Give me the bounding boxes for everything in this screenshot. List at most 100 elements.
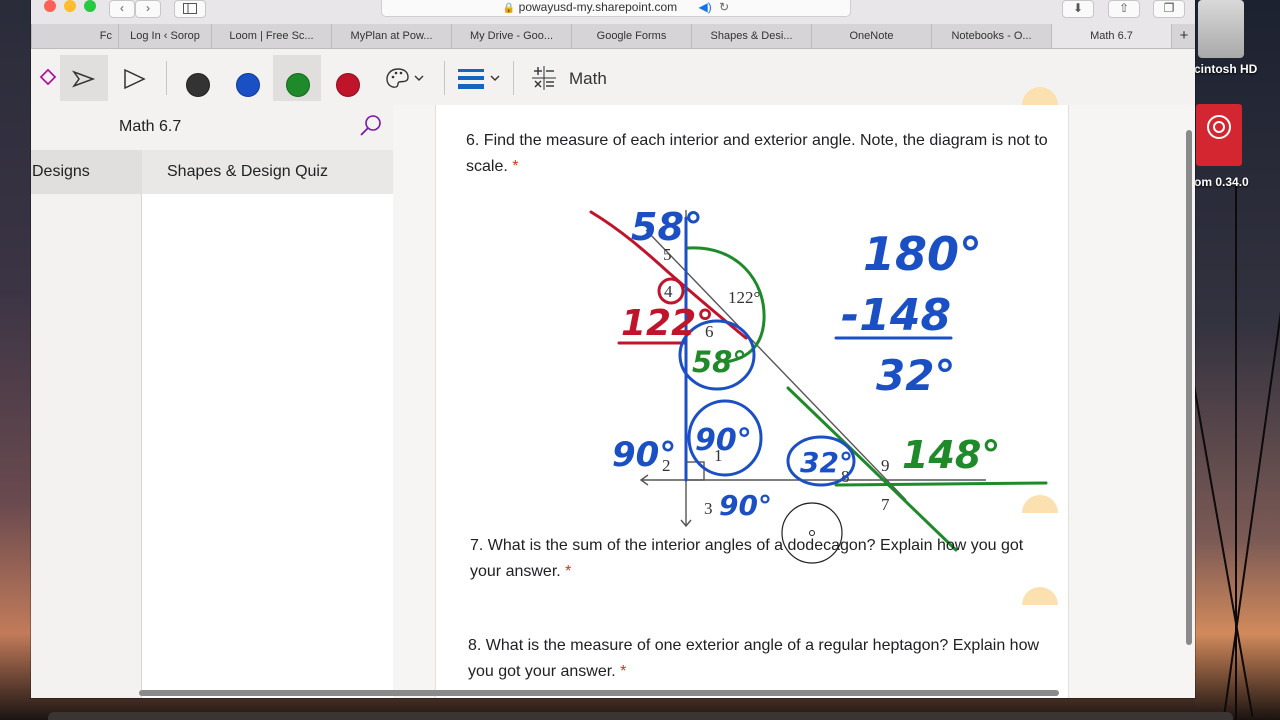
reload-icon[interactable]: ↻	[719, 0, 729, 14]
notebook-header: Math 6.7	[31, 105, 393, 150]
line-thickness-icon	[458, 69, 500, 89]
downloads-button[interactable]: ⬇	[1062, 0, 1094, 18]
zoom-app-icon[interactable]	[1196, 104, 1242, 166]
navigation-pane: Math 6.7 Designs Shapes & Design Quiz	[31, 105, 393, 698]
search-icon[interactable]	[359, 114, 383, 138]
lasso-icon	[71, 70, 96, 88]
lock-icon: 🔒	[502, 3, 516, 14]
annotation-angle-9: 148°	[902, 433, 1000, 477]
download-icon: ⬇	[1072, 1, 1084, 15]
horizontal-scrollbar[interactable]	[139, 690, 1059, 696]
annotation-angle-5: 58°	[631, 205, 703, 249]
form-document: 6. Find the measure of each interior and…	[435, 87, 1069, 698]
share-icon: ⇧	[1118, 1, 1130, 15]
tab-bar: Fc Log In ‹ Sorop Loom | Free Sc... MyPl…	[31, 24, 1195, 49]
new-tab-button[interactable]: +	[1171, 24, 1195, 48]
section-item-designs[interactable]: Designs	[31, 150, 142, 194]
tab-notebooks[interactable]: Notebooks - O...	[931, 24, 1051, 48]
lasso-select-tool[interactable]	[60, 55, 108, 101]
palette-icon	[386, 68, 424, 88]
printed-angle-label: 122°	[728, 288, 760, 307]
angle-number-3: 3	[704, 499, 713, 518]
calc-result: 32°	[876, 351, 955, 400]
tab-myplan[interactable]: MyPlan at Pow...	[331, 24, 451, 48]
toolbar-divider	[444, 61, 445, 95]
page-item-shapes-design-quiz[interactable]: Shapes & Design Quiz	[142, 150, 393, 194]
required-mark: *	[565, 563, 572, 580]
math-icon	[532, 66, 556, 90]
math-label: Math	[569, 69, 607, 88]
tab-fc[interactable]: Fc	[31, 24, 118, 48]
zoom-app-label: om 0.34.0	[1194, 175, 1249, 189]
annotation-angle-2: 90°	[612, 435, 676, 475]
toolbar-divider	[166, 61, 167, 95]
back-button[interactable]: ‹	[109, 0, 135, 18]
pen-color-swatch	[236, 73, 260, 97]
dock	[48, 712, 1233, 720]
pen-color-swatch	[336, 73, 360, 97]
hard-disk-icon[interactable]	[1198, 0, 1244, 58]
tab-onenote[interactable]: OneNote	[811, 24, 931, 48]
browser-window: ‹ › 🔒 powayusd-my.sharepoint.com ◀) ↻ ⬇ …	[31, 0, 1195, 698]
title-bar: ‹ › 🔒 powayusd-my.sharepoint.com ◀) ↻ ⬇ …	[31, 0, 1195, 24]
forward-button[interactable]: ›	[135, 0, 161, 18]
tabs-icon: ❐	[1163, 1, 1175, 15]
question-6-text: 6. Find the measure of each interior and…	[466, 132, 1048, 175]
sidebar-icon	[183, 3, 197, 14]
required-mark: *	[620, 663, 627, 680]
hard-disk-label: cintosh HD	[1194, 62, 1258, 76]
pages-list: Shapes & Design Quiz	[142, 150, 393, 698]
minimize-window-button[interactable]	[64, 0, 76, 12]
math-button[interactable]: Math	[523, 55, 623, 101]
annotation-angle-1: 90°	[695, 423, 752, 458]
question-7: 7. What is the sum of the interior angle…	[470, 533, 1050, 585]
tab-my-drive[interactable]: My Drive - Goo...	[451, 24, 571, 48]
tab-google-forms[interactable]: Google Forms	[571, 24, 691, 48]
sidebar-toggle-button[interactable]	[174, 0, 206, 18]
pen-color-swatch	[186, 73, 210, 97]
tree-silhouette	[1222, 232, 1280, 718]
decoration-shape	[1022, 87, 1058, 105]
thickness-button[interactable]	[451, 55, 506, 101]
app-logo-icon	[1207, 115, 1231, 139]
pen-tool[interactable]	[110, 55, 158, 101]
annotation-angle-6: 58°	[692, 345, 747, 379]
tab-math-6-7[interactable]: Math 6.7	[1051, 24, 1171, 48]
pen-color-swatch	[286, 73, 310, 97]
draw-toolbar: Math	[31, 49, 1195, 106]
annotation-angle-8: 32°	[800, 446, 853, 479]
pen-red-button[interactable]	[323, 55, 371, 101]
zoom-window-button[interactable]	[84, 0, 96, 12]
url-text: powayusd-my.sharepoint.com	[518, 0, 678, 14]
question-6: 6. Find the measure of each interior and…	[466, 128, 1058, 180]
tab-overview-button[interactable]: ❐	[1153, 0, 1185, 18]
vertical-scrollbar[interactable]	[1186, 130, 1192, 645]
question-8: 8. What is the measure of one exterior a…	[468, 633, 1048, 685]
toolbar-divider	[513, 61, 514, 95]
tab-loom[interactable]: Loom | Free Sc...	[211, 24, 331, 48]
pen-blue-button[interactable]	[223, 55, 271, 101]
page-canvas: 6. Find the measure of each interior and…	[393, 87, 1195, 698]
calc-minuend: 180°	[863, 227, 982, 281]
address-bar[interactable]: 🔒 powayusd-my.sharepoint.com ◀) ↻	[381, 0, 851, 17]
question-7-text: 7. What is the sum of the interior angle…	[470, 537, 1024, 580]
angle-number-7: 7	[881, 495, 890, 514]
question-8-text: 8. What is the measure of one exterior a…	[468, 637, 1040, 680]
annotation-angle-4: 122°	[621, 303, 714, 344]
close-window-button[interactable]	[44, 0, 56, 12]
share-button[interactable]: ⇧	[1108, 0, 1140, 18]
pen-green-button[interactable]	[273, 55, 321, 101]
tab-shapes-design[interactable]: Shapes & Desi...	[691, 24, 811, 48]
angle-number-9: 9	[881, 456, 890, 475]
angle-number-4: 4	[664, 282, 673, 301]
pen-pointer-icon	[124, 68, 146, 90]
sections-list: Designs	[31, 150, 142, 698]
audio-icon[interactable]: ◀)	[699, 0, 712, 14]
notebook-title[interactable]: Math 6.7	[119, 118, 181, 136]
color-palette-button[interactable]	[383, 55, 433, 101]
tab-sorop[interactable]: Log In ‹ Sorop	[118, 24, 211, 48]
pen-black-button[interactable]	[173, 55, 221, 101]
required-mark: *	[512, 158, 519, 175]
eraser-icon	[39, 68, 57, 86]
green-ink-line	[834, 481, 1048, 487]
